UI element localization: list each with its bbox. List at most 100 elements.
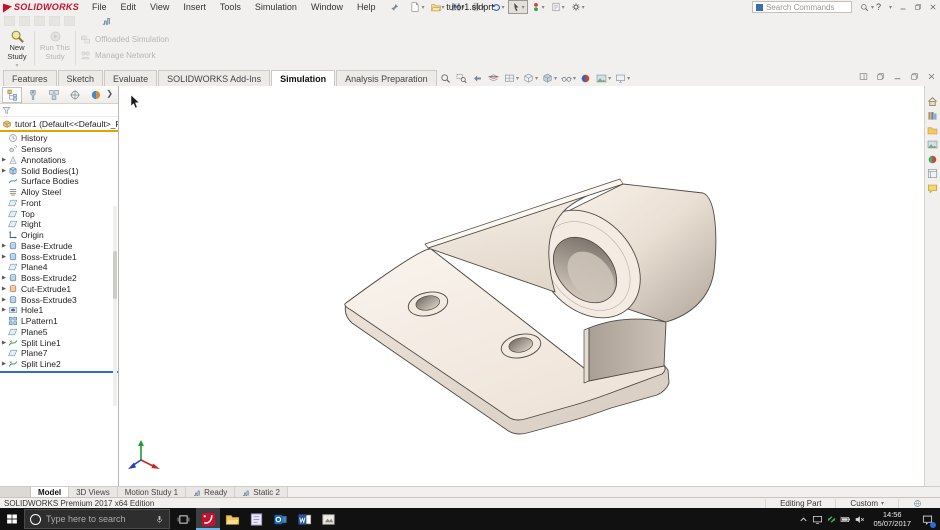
view-tool-caret-icon[interactable]: ▾	[535, 75, 538, 82]
menu-item[interactable]: Tools	[213, 2, 248, 12]
help-caret-icon[interactable]: ▾	[889, 4, 892, 11]
command-tab[interactable]: Simulation	[271, 70, 336, 86]
dropdown-caret-icon[interactable]: ▾	[542, 4, 545, 11]
expand-arrow-icon[interactable]: ▶	[0, 361, 8, 367]
dropdown-caret-icon[interactable]: ▾	[421, 4, 424, 11]
help-button[interactable]: ?	[876, 2, 881, 12]
pin-icon[interactable]	[390, 3, 399, 12]
new-study-button[interactable]: New Study ▾	[2, 28, 32, 69]
battery-icon[interactable]	[840, 514, 851, 525]
network-app-icon[interactable]	[826, 514, 837, 525]
panel-tab[interactable]	[2, 86, 22, 103]
part-model[interactable]	[119, 86, 925, 487]
command-tab[interactable]: Analysis Preparation	[336, 70, 437, 86]
minimize-button[interactable]	[899, 3, 907, 11]
tree-item[interactable]: Surface Bodies	[0, 176, 118, 187]
view-tool-button[interactable]	[440, 73, 452, 84]
doc-restore-button[interactable]	[910, 72, 919, 81]
view-tool-button[interactable]	[580, 73, 592, 84]
restore-button[interactable]	[914, 3, 922, 11]
close-button[interactable]	[929, 3, 937, 11]
view-tool-caret-icon[interactable]: ▾	[608, 75, 611, 82]
expand-arrow-icon[interactable]: ▶	[0, 297, 8, 303]
tree-item[interactable]: Plane4	[0, 262, 118, 273]
freeze-bar[interactable]	[0, 130, 118, 132]
view-tool-caret-icon[interactable]: ▾	[554, 75, 557, 82]
pane-split-icon[interactable]	[859, 72, 868, 81]
tree-item[interactable]: Alloy Steel	[0, 187, 118, 198]
menu-item[interactable]: Insert	[176, 2, 213, 12]
tree-item[interactable]: ▶ Boss-Extrude3	[0, 294, 118, 305]
quick-access-button[interactable]: ▾	[528, 0, 548, 14]
menu-item[interactable]: File	[85, 2, 114, 12]
search-submit[interactable]: ▾	[860, 3, 874, 12]
view-tool-caret-icon[interactable]: ▾	[573, 75, 576, 82]
expand-arrow-icon[interactable]: ▶	[0, 168, 8, 174]
tree-item[interactable]: ▶ Split Line2	[0, 359, 118, 370]
taskbar-search-box[interactable]: Type here to search	[24, 509, 170, 529]
new-study-caret-icon[interactable]: ▾	[15, 63, 18, 69]
tree-item[interactable]: Sensors	[0, 144, 118, 155]
tree-item[interactable]: ▶ Base-Extrude	[0, 241, 118, 252]
task-pane-tab[interactable]	[926, 95, 939, 107]
panel-tab[interactable]	[65, 87, 85, 103]
unit-system-dropdown[interactable]: Custom ▾	[835, 498, 898, 508]
tree-item[interactable]: ▶ Annotations	[0, 155, 118, 166]
taskbar-clock[interactable]: 14:56 05/07/2017	[873, 510, 911, 528]
panel-tab[interactable]	[23, 87, 43, 103]
expand-arrow-icon[interactable]: ▶	[0, 275, 8, 281]
graphics-viewport[interactable]	[119, 86, 925, 487]
view-tool-button[interactable]: ▾	[596, 73, 611, 84]
panel-expand-chevron[interactable]: ❯	[106, 89, 116, 98]
panel-scrollbar-track[interactable]	[113, 206, 117, 406]
manage-network-button[interactable]: Manage Network	[80, 50, 155, 61]
start-button[interactable]	[0, 508, 24, 530]
tree-item[interactable]: History	[0, 133, 118, 144]
tree-item[interactable]: Front	[0, 198, 118, 209]
tree-item[interactable]: Plane7	[0, 348, 118, 359]
tree-item[interactable]: ▶ Split Line1	[0, 337, 118, 348]
tree-item[interactable]: ▶ Solid Bodies(1)	[0, 165, 118, 176]
panel-tab[interactable]	[44, 87, 64, 103]
command-tab[interactable]: Sketch	[57, 70, 104, 86]
quick-access-button[interactable]: ▾	[548, 0, 568, 14]
taskbar-app-button[interactable]	[316, 508, 340, 530]
tree-item[interactable]: Origin	[0, 230, 118, 241]
menu-item[interactable]: Simulation	[248, 2, 304, 12]
dropdown-caret-icon[interactable]: ▾	[522, 4, 525, 11]
dropdown-caret-icon[interactable]: ▾	[502, 4, 505, 11]
view-tool-caret-icon[interactable]: ▾	[627, 75, 630, 82]
doc-close-button[interactable]	[927, 72, 936, 81]
quick-access-button[interactable]: ▾	[428, 0, 448, 14]
volume-muted-icon[interactable]	[854, 514, 865, 525]
tree-item[interactable]: ▶ Cut-Extrude1	[0, 284, 118, 295]
menu-item[interactable]: Help	[350, 2, 383, 12]
panel-tab[interactable]	[86, 87, 106, 103]
run-study-button[interactable]: Run This Study	[38, 28, 72, 68]
taskbar-app-button[interactable]	[220, 508, 244, 530]
search-caret-icon[interactable]: ▾	[871, 4, 874, 11]
tree-item[interactable]: Top	[0, 208, 118, 219]
task-pane-tab[interactable]	[926, 168, 939, 180]
support-rib-side[interactable]	[583, 327, 590, 384]
tree-item[interactable]: ▶ Hole1	[0, 305, 118, 316]
view-tool-button[interactable]: ▾	[504, 73, 519, 84]
command-tab[interactable]: Features	[3, 70, 57, 86]
view-tool-caret-icon[interactable]: ▾	[516, 75, 519, 82]
task-pane-tab[interactable]	[926, 182, 939, 194]
expand-arrow-icon[interactable]: ▶	[0, 340, 8, 346]
dropdown-caret-icon[interactable]: ▾	[562, 4, 565, 11]
view-tool-button[interactable]	[456, 73, 468, 84]
expand-arrow-icon[interactable]: ▶	[0, 254, 8, 260]
doc-minimize-button[interactable]	[893, 72, 902, 81]
expand-arrow-icon[interactable]: ▶	[0, 286, 8, 292]
quick-access-button[interactable]: ▾	[407, 0, 427, 14]
menu-item[interactable]: Window	[304, 2, 350, 12]
panel-scrollbar-thumb[interactable]	[113, 251, 117, 299]
offloaded-simulation-button[interactable]: Offloaded Simulation	[80, 34, 169, 45]
taskbar-app-button[interactable]	[268, 508, 292, 530]
tree-root-item[interactable]: tutor1 (Default<<Default>_PhotoWork	[0, 117, 118, 130]
command-search-box[interactable]: Search Commands	[752, 1, 852, 13]
task-pane-tab[interactable]	[926, 139, 939, 151]
tree-item[interactable]: ▶ Boss-Extrude2	[0, 273, 118, 284]
